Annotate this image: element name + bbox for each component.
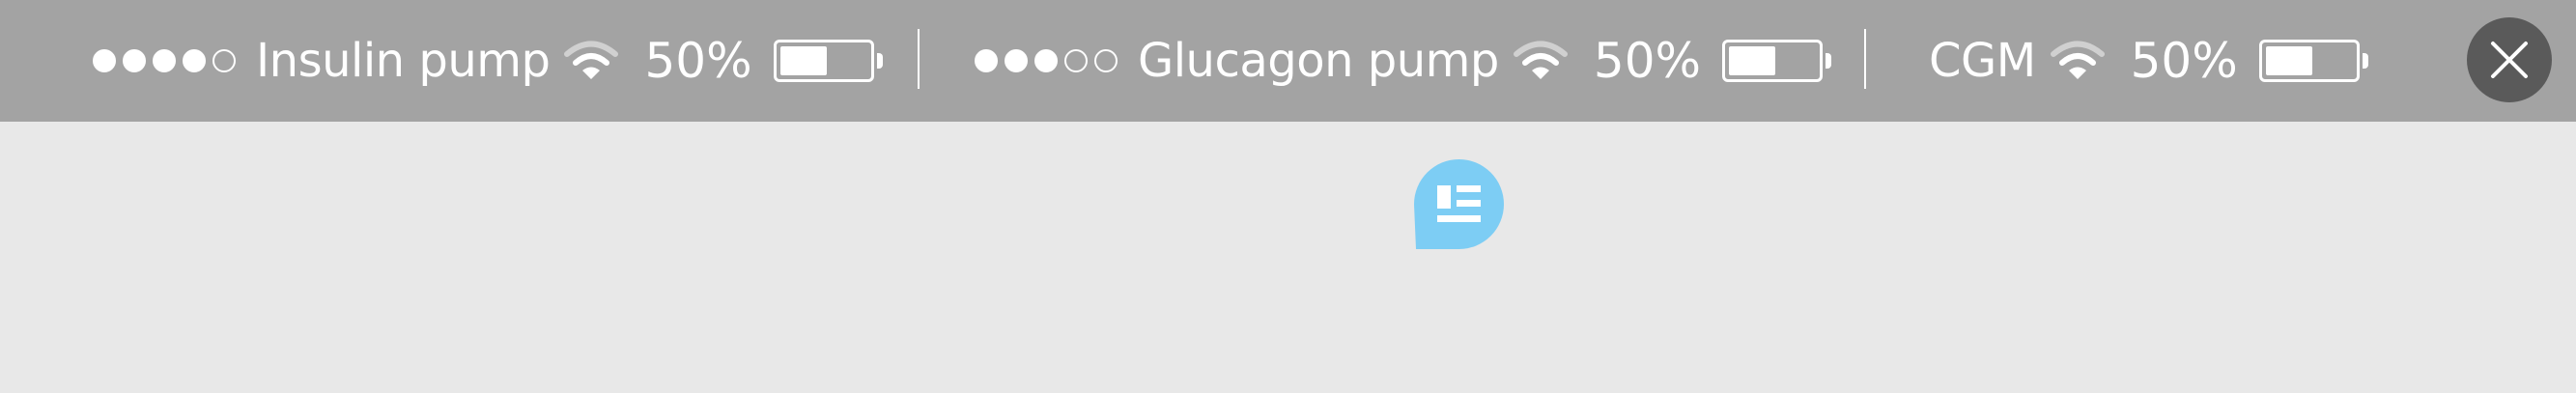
battery-tip — [876, 53, 883, 69]
close-x-icon — [2491, 42, 2528, 78]
device-divider — [918, 29, 920, 89]
signal-dot-filled — [183, 49, 206, 72]
glucagon-pump-status: Glucagon pump 50% — [975, 0, 1832, 122]
wifi-icon — [1513, 41, 1568, 79]
signal-dot-empty — [1064, 49, 1088, 72]
insulin-pump-battery-percent: 50% — [644, 33, 752, 89]
battery-tip — [2362, 53, 2368, 69]
device-status-bar: Insulin pump 50% Glucagon pump 50% CGM 5… — [0, 0, 2576, 122]
signal-dot-filled — [1034, 49, 1058, 72]
signal-dot-empty — [212, 49, 236, 72]
signal-dot-filled — [93, 49, 116, 72]
wifi-icon — [2050, 41, 2105, 79]
battery-level-fill — [1729, 46, 1776, 75]
signal-dot-filled — [975, 49, 998, 72]
battery-icon — [2258, 40, 2368, 82]
insulin-pump-signal-dots — [93, 49, 242, 72]
battery-tip — [1826, 53, 1832, 69]
battery-level-fill — [2265, 46, 2312, 75]
signal-dot-empty — [1094, 49, 1118, 72]
cgm-status: CGM 50% — [1929, 0, 2368, 122]
chat-button[interactable] — [1414, 159, 1504, 249]
signal-dot-filled — [123, 49, 146, 72]
battery-icon — [773, 40, 883, 82]
device-divider — [1864, 29, 1866, 89]
cgm-battery-percent: 50% — [2130, 33, 2238, 89]
cgm-label: CGM — [1929, 34, 2036, 88]
insulin-pump-label: Insulin pump — [256, 34, 551, 88]
chat-bubble-list-icon — [1414, 159, 1504, 249]
glucagon-pump-battery-percent: 50% — [1593, 33, 1702, 89]
battery-icon — [1722, 40, 1832, 82]
signal-dot-filled — [1005, 49, 1028, 72]
glucagon-pump-signal-dots — [975, 49, 1124, 72]
wifi-icon — [564, 41, 619, 79]
close-button[interactable] — [2467, 17, 2552, 102]
signal-dot-filled — [153, 49, 176, 72]
insulin-pump-status: Insulin pump 50% — [93, 0, 883, 122]
glucagon-pump-label: Glucagon pump — [1138, 34, 1499, 88]
battery-level-fill — [779, 46, 827, 75]
